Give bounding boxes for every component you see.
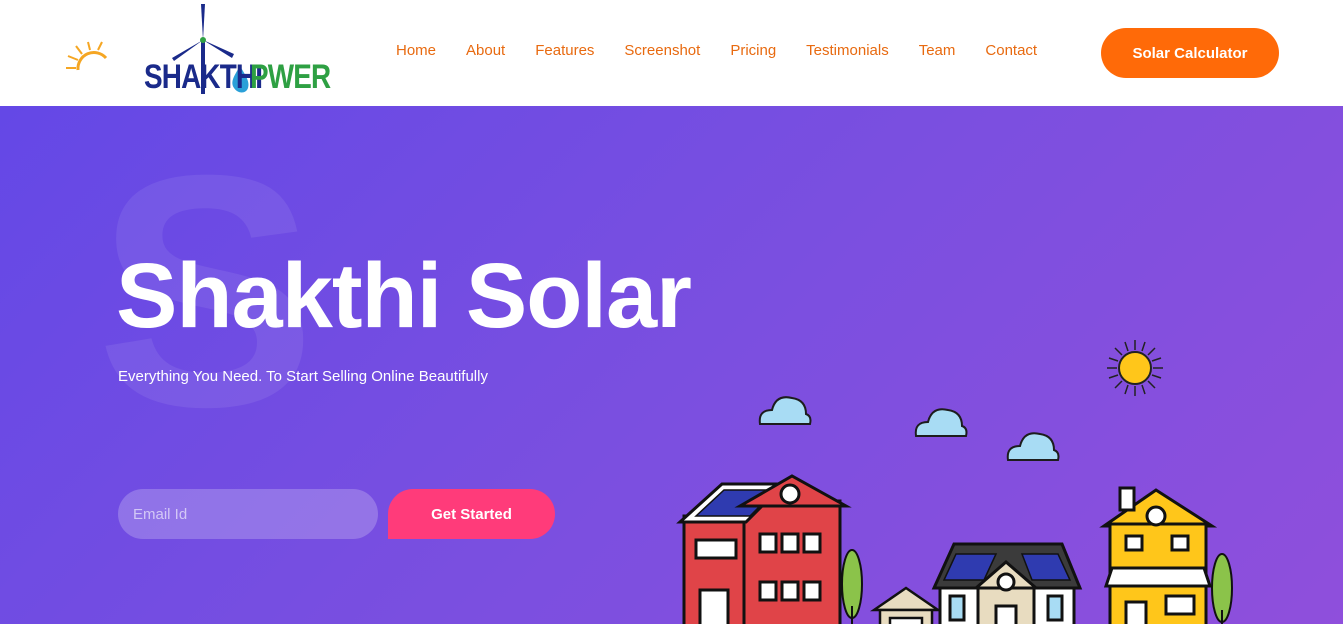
red-house [676,474,852,624]
nav-features[interactable]: Features [535,42,594,59]
email-input[interactable] [118,489,378,539]
nav-pricing[interactable]: Pricing [730,42,776,59]
yellow-house [1099,486,1218,624]
logo-word-shakthi: SHAKTHI [144,58,263,96]
main-nav: Home About Features Screenshot Pricing T… [396,42,1067,59]
hero-title: Shakthi Solar [116,245,692,347]
garage-house [869,586,943,624]
shakthi-power-logo[interactable]: SHAKTHI PWER [64,2,331,98]
nav-testimonials[interactable]: Testimonials [806,42,889,59]
white-house [931,542,1083,624]
nav-about[interactable]: About [466,42,505,59]
get-started-button[interactable]: Get Started [388,489,555,539]
solar-calculator-button[interactable]: Solar Calculator [1101,28,1279,78]
nav-team[interactable]: Team [919,42,956,59]
nav-home[interactable]: Home [396,42,436,59]
houses-illustration [676,340,1233,624]
sun-icon [1107,340,1163,396]
nav-contact[interactable]: Contact [985,42,1037,59]
hero-subtitle: Everything You Need. To Start Selling On… [118,368,488,385]
top-navbar: SHAKTHI PWER Home About Features Screens… [0,0,1343,106]
hero-section: S Shakthi Solar Everything You Need. To … [0,106,1343,624]
cloud-icon [758,396,1060,461]
logo-word-power: PWER [250,58,331,96]
nav-screenshot[interactable]: Screenshot [624,42,700,59]
